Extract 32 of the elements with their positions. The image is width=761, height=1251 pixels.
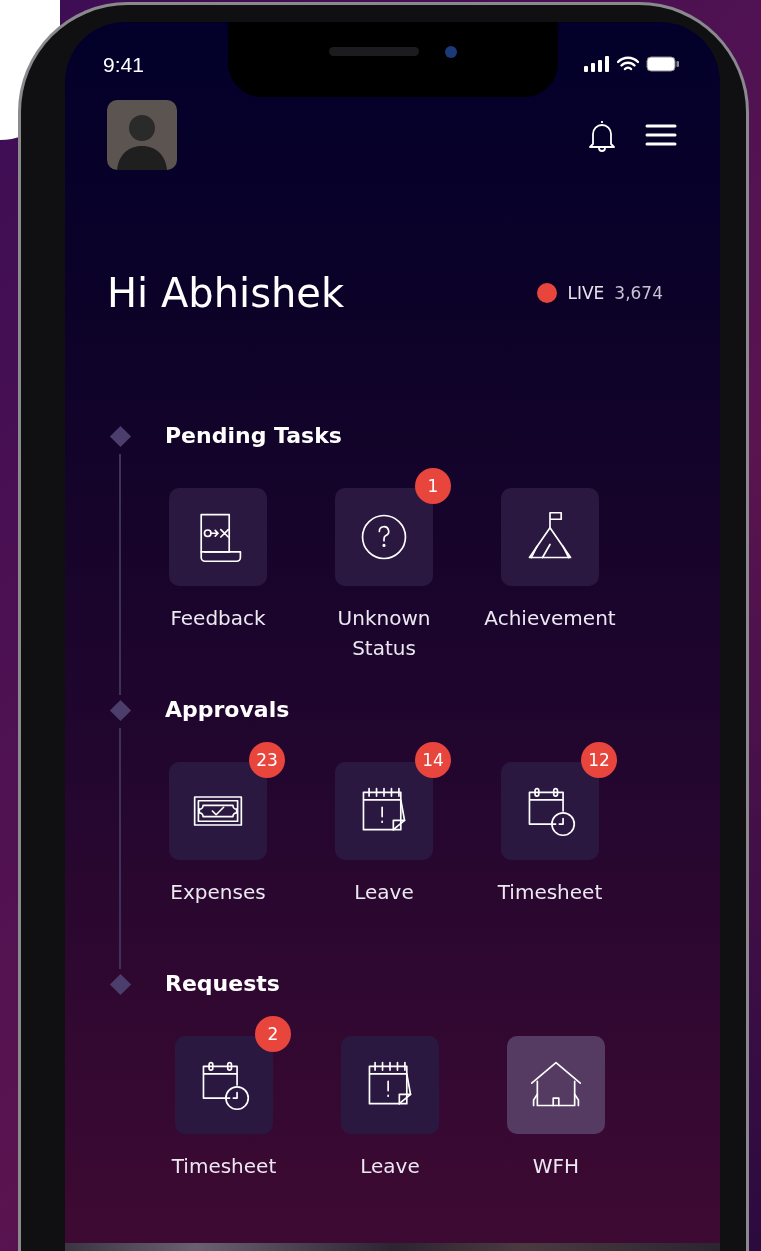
tile-label: Unknown Status xyxy=(336,605,432,662)
tile-label: Expenses xyxy=(169,879,267,906)
shortcut-tile[interactable] xyxy=(341,1036,439,1134)
shortcut-tile[interactable] xyxy=(507,1036,605,1134)
camera-dot xyxy=(444,45,457,58)
count-badge: 14 xyxy=(415,742,451,778)
shortcut-tile[interactable] xyxy=(169,488,267,586)
tile-label: Leave xyxy=(353,879,415,906)
tile-label: Feedback xyxy=(169,605,267,632)
section-heading: Pending Tasks xyxy=(165,422,343,450)
tile-label: Achievement xyxy=(483,605,617,632)
count-badge: 12 xyxy=(581,742,617,778)
count-badge: 23 xyxy=(249,742,285,778)
tile-label: Timesheet xyxy=(170,1153,278,1180)
signal-icon xyxy=(584,56,610,72)
count-badge: 1 xyxy=(415,468,451,504)
status-time: 9:41 xyxy=(102,52,144,78)
section-heading: Requests xyxy=(165,970,281,998)
tile-label: WFH xyxy=(531,1153,581,1180)
wifi-icon xyxy=(617,56,639,72)
live-label: LIVE xyxy=(567,283,605,303)
live-count: 3,674 xyxy=(614,283,663,303)
avatar-photo-placeholder xyxy=(107,100,177,170)
menu-icon[interactable] xyxy=(645,123,677,147)
shortcut-tile[interactable] xyxy=(501,488,599,586)
tile-label: Timesheet xyxy=(496,879,604,906)
battery-icon xyxy=(646,56,680,72)
section-heading: Approvals xyxy=(165,696,291,724)
count-badge: 2 xyxy=(255,1016,291,1052)
tile-label: Leave xyxy=(359,1153,421,1180)
notification-bell-icon[interactable] xyxy=(587,118,617,152)
greeting-heading: Hi Abhishek xyxy=(107,270,345,316)
